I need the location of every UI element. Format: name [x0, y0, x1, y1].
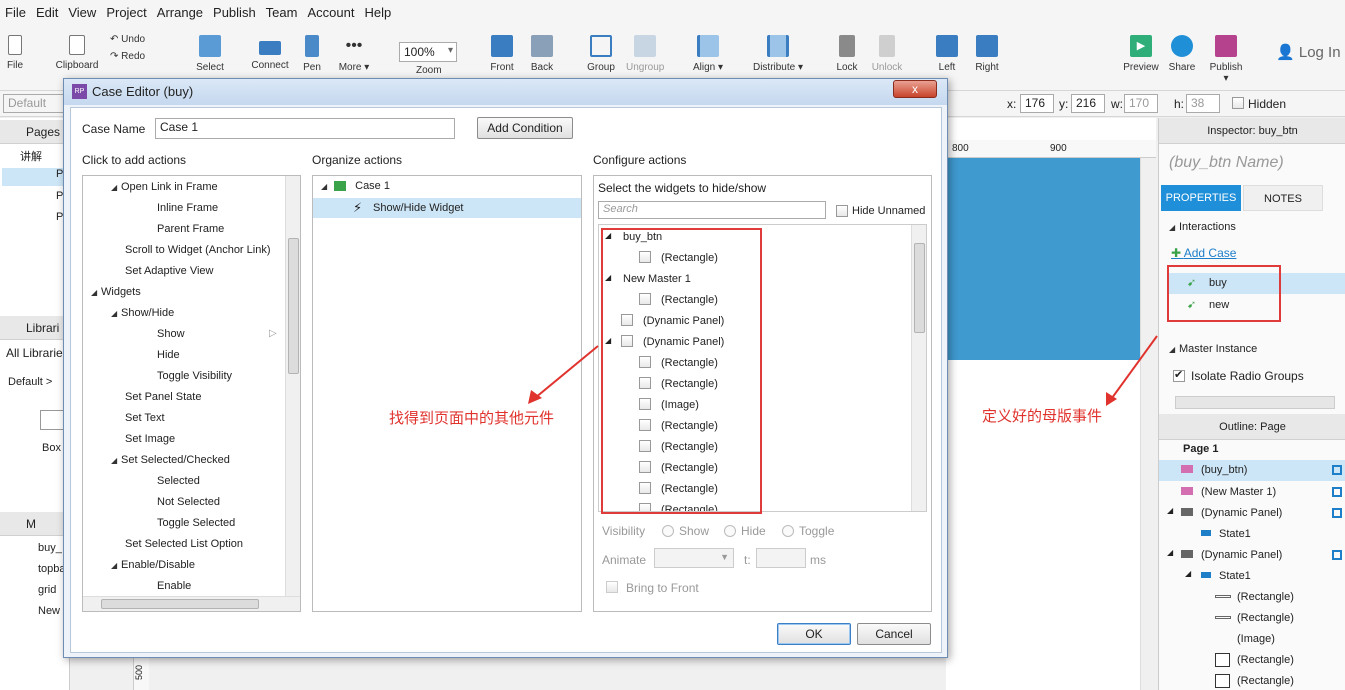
arrow-left-line [534, 345, 599, 399]
arrow-right-line [1111, 335, 1158, 399]
arrow-left-head [528, 390, 542, 404]
annotation-arrows [528, 335, 1158, 406]
annotation-master-events: 定义好的母版事件 [982, 408, 1103, 425]
annotation-other-widgets: 找得到页面中的其他元件 [389, 410, 555, 427]
